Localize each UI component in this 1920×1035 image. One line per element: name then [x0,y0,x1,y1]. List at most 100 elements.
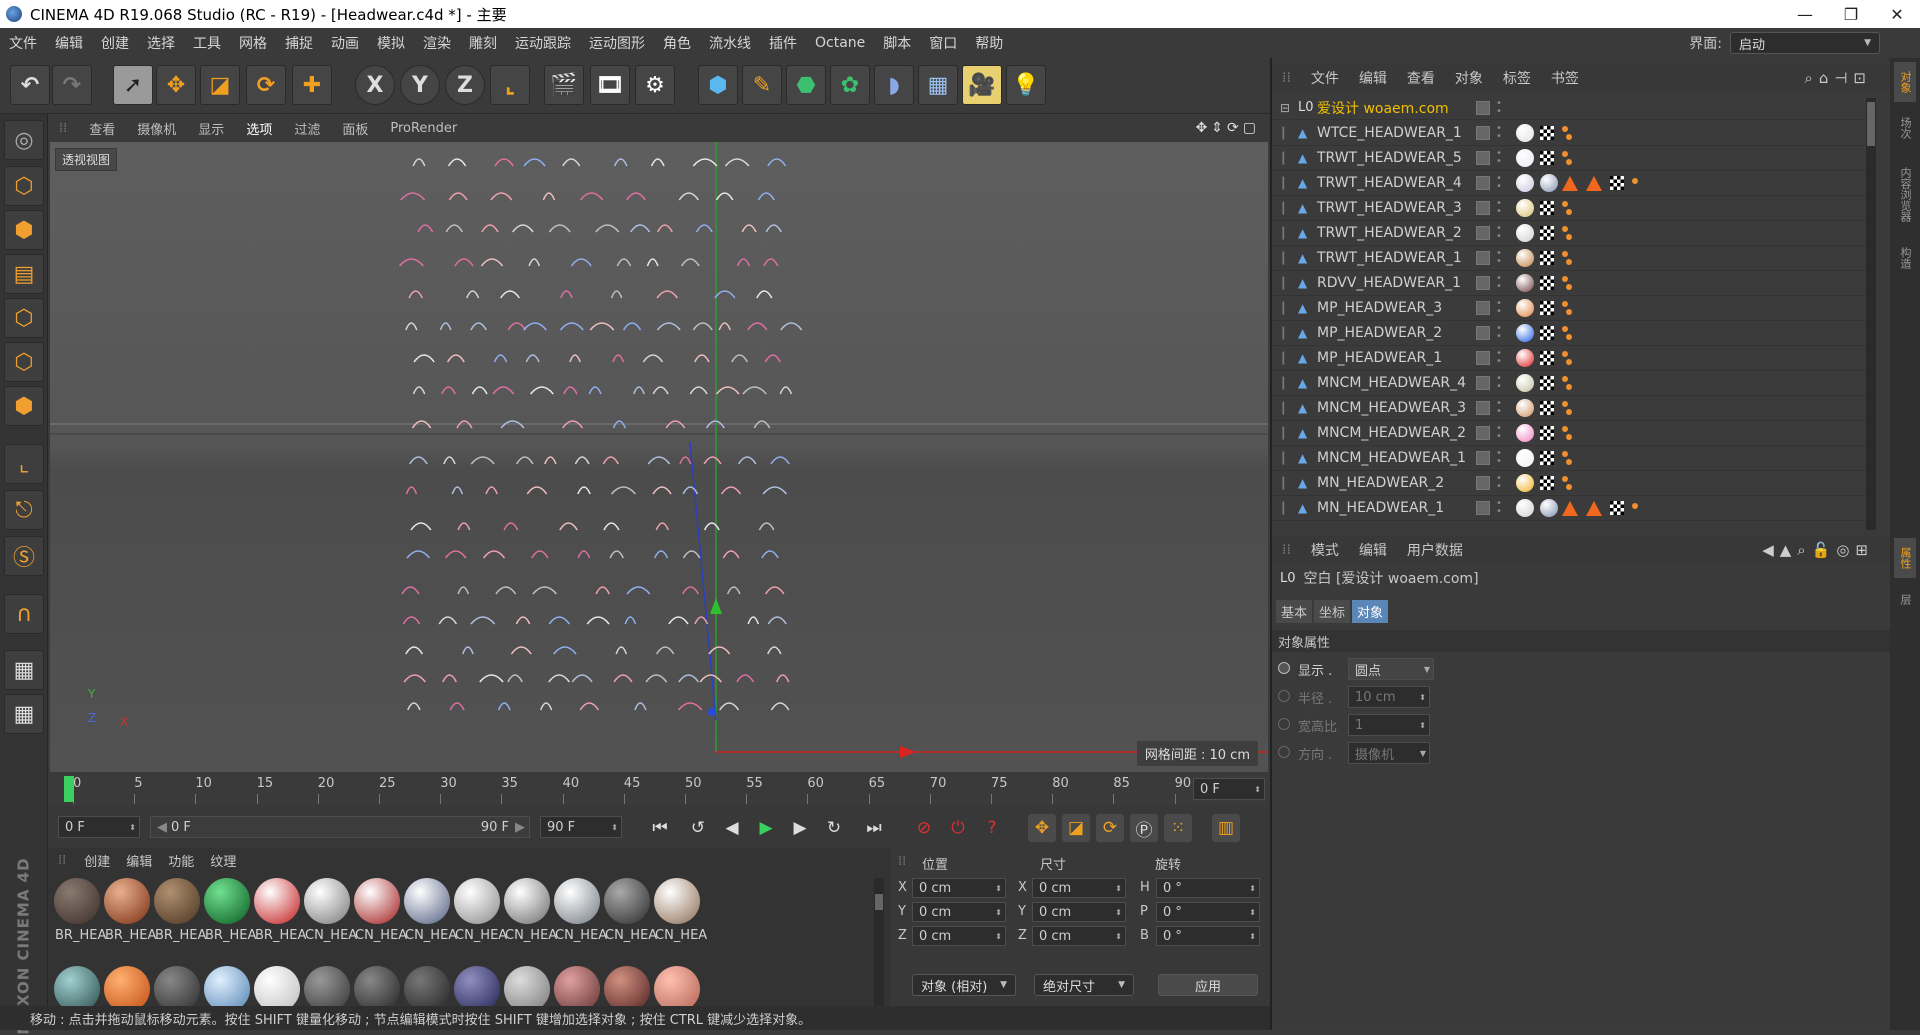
material-tag-icon[interactable] [1540,499,1558,517]
x-axis-lock-icon[interactable]: X [355,65,395,105]
material-tag-icon[interactable] [1516,374,1534,392]
layer-toggle[interactable] [1476,451,1490,465]
keyframe-selection-icon[interactable]: ? [978,814,1006,842]
menu-animate[interactable]: 动画 [322,33,368,53]
render-picture-viewer-icon[interactable]: 🎞 [590,65,630,105]
close-button[interactable]: ✕ [1874,0,1920,28]
phong-tag-icon[interactable] [1562,451,1568,457]
tab-basic[interactable]: 基本 [1276,600,1313,623]
current-frame-field[interactable]: 0 F ⬍ [58,816,140,838]
menu-octane[interactable]: Octane [806,35,874,51]
om-menu-objects[interactable]: 对象 [1445,68,1493,88]
phong-tag-icon[interactable] [1562,226,1568,232]
material-swatch[interactable] [204,878,250,924]
material-swatch[interactable] [554,878,600,924]
layer-toggle[interactable] [1476,376,1490,390]
menu-sculpt[interactable]: 雕刻 [460,33,506,53]
size-field[interactable]: 0 cm ⬍ [1032,902,1126,922]
layer-toggle[interactable] [1476,126,1490,140]
axis-mode-icon[interactable]: ⌞ [4,444,44,484]
previous-keyframe-icon[interactable]: ↺ [684,814,712,842]
phong-tag-icon[interactable] [1562,351,1568,357]
selection-tag-icon[interactable] [1586,176,1602,191]
material-swatch[interactable] [304,878,350,924]
material-tag-icon[interactable] [1516,149,1534,167]
layout-dropdown[interactable]: 启动 ▼ [1730,32,1880,54]
menu-select[interactable]: 选择 [138,33,184,53]
visibility-dots[interactable]: • • [1496,349,1502,367]
menu-mograph[interactable]: 运动图形 [580,33,654,53]
menu-edit[interactable]: 编辑 [46,33,92,53]
om-menu-file[interactable]: 文件 [1301,68,1349,88]
object-row[interactable]: ┃ ▲ WTCE_HEADWEAR_1 • • [1272,121,1872,146]
texture-tag-icon[interactable] [1540,251,1554,265]
rotate-icon[interactable]: ⟳ [246,65,286,105]
material-tag-icon[interactable] [1540,174,1558,192]
material-tag-icon[interactable] [1516,474,1534,492]
position-field[interactable]: 0 cm ⬍ [912,878,1006,898]
material-tag-icon[interactable] [1516,499,1534,517]
key-rotation-icon[interactable]: ⟳ [1096,814,1124,842]
render-view-icon[interactable]: 🎬 [544,65,584,105]
layer-toggle[interactable] [1476,151,1490,165]
side-tab-structure[interactable]: 构造 [1894,238,1916,278]
play-forward-icon[interactable]: ▶ [752,814,780,842]
menu-character[interactable]: 角色 [654,33,700,53]
texture-tag-icon[interactable] [1610,176,1624,190]
material-menu-texture[interactable]: 纹理 [202,851,244,870]
y-axis-lock-icon[interactable]: Y [400,65,440,105]
material-menu-create[interactable]: 创建 [76,851,118,870]
make-editable-icon[interactable]: ◎ [4,120,44,160]
material-swatch[interactable] [354,878,400,924]
tab-coordinates[interactable]: 坐标 [1314,600,1351,623]
magnet-icon[interactable]: ∩ [4,594,44,634]
material-tag-icon[interactable] [1516,174,1534,192]
workplane-icon[interactable]: ▤ [4,254,44,294]
visibility-dots[interactable]: • • [1496,199,1502,217]
model-mode-icon[interactable]: ⬡ [4,166,44,206]
rotation-field[interactable]: 0 ° ⬍ [1156,902,1260,922]
material-swatch[interactable] [654,878,700,924]
material-tag-icon[interactable] [1516,424,1534,442]
phong-tag-icon[interactable] [1562,326,1568,332]
snap-workplane-icon[interactable]: ▦ [4,694,44,734]
visibility-dots[interactable]: • • [1496,399,1502,417]
object-row[interactable]: ┃ ▲ TRWT_HEADWEAR_3 • • [1272,196,1872,221]
menu-help[interactable]: 帮助 [966,33,1012,53]
coord-mode-dropdown[interactable]: 对象 (相对) ▼ [912,974,1016,996]
object-row[interactable]: ┃ ▲ MN_HEADWEAR_2 • • [1272,471,1872,496]
phong-tag-icon[interactable] [1562,251,1568,257]
animate-radio[interactable] [1278,690,1290,702]
material-swatch[interactable] [604,878,650,924]
restore-button[interactable]: ❐ [1828,0,1874,28]
timeline-ruler[interactable]: 0 5 10 15 20 25 30 35 40 45 50 55 60 65 70 75 80 85 90 0 F… [48,772,1270,806]
timeline-window-icon[interactable]: ▥ [1212,814,1240,842]
key-point-level-icon[interactable]: ⁙ [1164,814,1192,842]
material-menu-edit[interactable]: 编辑 [118,851,160,870]
autokeying-icon[interactable]: ⏻ [944,814,972,842]
om-menu-bookmarks[interactable]: 书签 [1541,68,1589,88]
menu-pipeline[interactable]: 流水线 [700,33,760,53]
layer-toggle[interactable] [1476,501,1490,515]
object-tree-scrollbar[interactable] [1866,98,1876,530]
attr-menu-mode[interactable]: 模式 [1301,540,1349,560]
menu-motion-tracker[interactable]: 运动跟踪 [506,33,580,53]
rotation-field[interactable]: 0 ° ⬍ [1156,878,1260,898]
live-select-icon[interactable]: ➚ [113,65,153,105]
layer-toggle[interactable] [1476,401,1490,415]
texture-tag-icon[interactable] [1540,476,1554,490]
solo-mode-icon[interactable]: Ⓢ [4,536,44,576]
viewport-navigation-icons[interactable]: ✥⇕⟳▢ [1196,120,1260,136]
texture-tag-icon[interactable] [1540,376,1554,390]
previous-frame-icon[interactable]: ◀ [718,814,746,842]
recent-tools-icon[interactable]: ✚ [292,65,332,105]
attribute-field[interactable]: 1 ⬍ [1348,714,1430,736]
selection-tag-icon[interactable] [1586,501,1602,516]
visibility-dots[interactable]: • • [1496,424,1502,442]
phong-tag-icon[interactable] [1562,476,1568,482]
visibility-dots[interactable]: • • [1496,149,1502,167]
object-row[interactable]: ┃ ▲ MP_HEADWEAR_2 • • [1272,321,1872,346]
phong-tag-icon[interactable] [1562,201,1568,207]
object-row[interactable]: ┃ ▲ TRWT_HEADWEAR_1 • • [1272,246,1872,271]
viewport-menu-view[interactable]: 查看 [78,119,126,138]
